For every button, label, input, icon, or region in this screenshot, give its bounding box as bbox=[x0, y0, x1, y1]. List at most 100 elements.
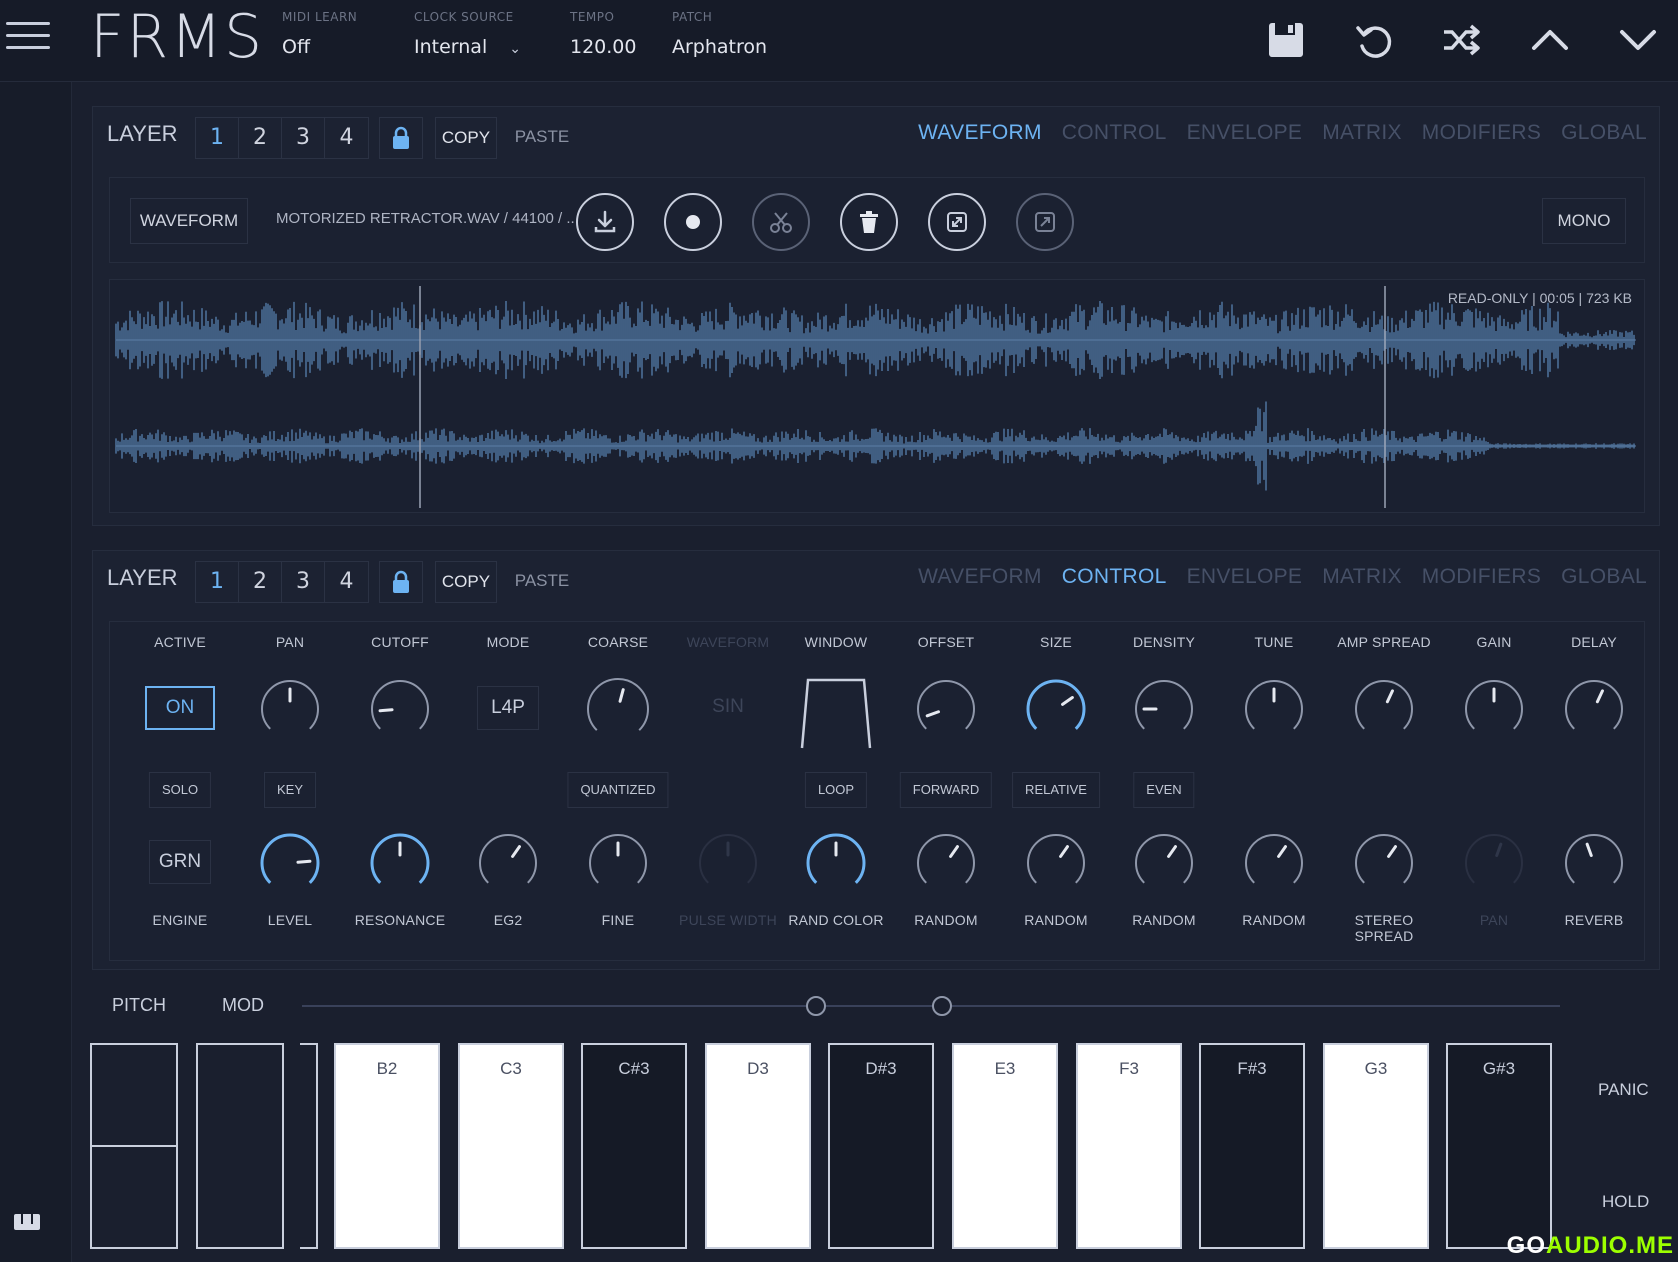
relative-button[interactable]: RELATIVE bbox=[1012, 772, 1100, 808]
resonance-knob[interactable] bbox=[365, 828, 435, 898]
coarse-knob[interactable] bbox=[583, 674, 653, 744]
reverb-knob[interactable] bbox=[1559, 828, 1629, 898]
rand-color-knob[interactable] bbox=[801, 828, 871, 898]
pulse-width-knob[interactable] bbox=[693, 828, 763, 898]
paste-button[interactable]: PASTE bbox=[511, 117, 573, 159]
copy-button[interactable]: COPY bbox=[435, 117, 497, 159]
import-button[interactable] bbox=[576, 193, 634, 251]
chevron-down-icon[interactable] bbox=[1616, 18, 1660, 62]
piano-key-e3[interactable]: E3 bbox=[952, 1043, 1058, 1249]
control-column-size: SIZE RELATIVE RANDOM bbox=[1006, 622, 1106, 962]
tab-control[interactable]: CONTROL bbox=[1062, 121, 1167, 145]
range-slider-high-handle[interactable] bbox=[932, 996, 952, 1016]
midi-learn-field[interactable]: MIDI LEARN Off bbox=[282, 10, 357, 58]
random-knob[interactable] bbox=[1021, 828, 1091, 898]
tab-control[interactable]: CONTROL bbox=[1062, 565, 1167, 589]
copy-button[interactable]: COPY bbox=[435, 561, 497, 603]
piano-key-dsharp3[interactable]: D#3 bbox=[828, 1043, 934, 1249]
layer-1-button[interactable]: 1 bbox=[196, 118, 239, 158]
density-knob[interactable] bbox=[1129, 674, 1199, 744]
piano-key-f3[interactable]: F3 bbox=[1076, 1043, 1182, 1249]
stereo-spread-knob[interactable] bbox=[1349, 828, 1419, 898]
mode-selector[interactable]: L4P bbox=[477, 686, 539, 730]
keyboard-toggle-icon[interactable] bbox=[12, 1210, 42, 1234]
tab-modifiers[interactable]: MODIFIERS bbox=[1422, 565, 1541, 589]
tempo-field[interactable]: TEMPO 120.00 bbox=[570, 10, 636, 58]
delete-button[interactable] bbox=[840, 193, 898, 251]
piano-key-gsharp3[interactable]: G#3 bbox=[1446, 1043, 1552, 1249]
mono-button[interactable]: MONO bbox=[1542, 198, 1626, 244]
layer-1-button[interactable]: 1 bbox=[196, 562, 239, 602]
layer-2-button[interactable]: 2 bbox=[239, 562, 282, 602]
random-knob[interactable] bbox=[911, 828, 981, 898]
gain-knob[interactable] bbox=[1459, 674, 1529, 744]
save-icon[interactable] bbox=[1264, 18, 1308, 62]
random-knob-indicator bbox=[1277, 845, 1287, 858]
layer-2-button[interactable]: 2 bbox=[239, 118, 282, 158]
quantized-button[interactable]: QUANTIZED bbox=[567, 772, 669, 808]
tab-modifiers[interactable]: MODIFIERS bbox=[1422, 121, 1541, 145]
lock-button[interactable] bbox=[379, 117, 423, 159]
waveform-selector[interactable]: SIN bbox=[697, 686, 759, 730]
tab-waveform[interactable]: WAVEFORM bbox=[918, 565, 1042, 589]
piano-key-csharp3[interactable]: C#3 bbox=[581, 1043, 687, 1249]
piano-key-g3[interactable]: G3 bbox=[1323, 1043, 1429, 1249]
paste-button[interactable]: PASTE bbox=[511, 561, 573, 603]
range-slider-low-handle[interactable] bbox=[806, 996, 826, 1016]
waveform-display[interactable]: READ-ONLY | 00:05 | 723 KB bbox=[109, 279, 1645, 513]
tab-envelope[interactable]: ENVELOPE bbox=[1187, 121, 1303, 145]
size-knob[interactable] bbox=[1021, 674, 1091, 744]
layer-3-button[interactable]: 3 bbox=[282, 118, 325, 158]
random-knob[interactable] bbox=[1129, 828, 1199, 898]
level-knob[interactable] bbox=[255, 828, 325, 898]
tab-matrix[interactable]: MATRIX bbox=[1322, 565, 1402, 589]
piano-key-d3[interactable]: D3 bbox=[705, 1043, 811, 1249]
expand-button[interactable] bbox=[928, 193, 986, 251]
window-shape-icon[interactable] bbox=[796, 674, 876, 754]
engine-selector[interactable]: GRN bbox=[149, 840, 211, 884]
patch-field[interactable]: PATCH Arphatron bbox=[672, 10, 767, 58]
loop-button[interactable]: LOOP bbox=[804, 772, 868, 808]
fine-knob[interactable] bbox=[583, 828, 653, 898]
random-knob[interactable] bbox=[1239, 828, 1309, 898]
lock-button[interactable] bbox=[379, 561, 423, 603]
layer-4-button[interactable]: 4 bbox=[325, 118, 368, 158]
even-button[interactable]: EVEN bbox=[1133, 772, 1195, 808]
range-slider-track[interactable] bbox=[302, 1005, 1560, 1007]
pitch-pad[interactable] bbox=[90, 1043, 178, 1249]
shuffle-icon[interactable] bbox=[1440, 18, 1484, 62]
eg2-knob[interactable] bbox=[473, 828, 543, 898]
active-toggle[interactable]: ON bbox=[145, 686, 215, 730]
waveform-button[interactable]: WAVEFORM bbox=[130, 198, 248, 244]
panic-button[interactable]: PANIC bbox=[1598, 1080, 1649, 1100]
mod-pad[interactable] bbox=[196, 1043, 284, 1249]
chevron-up-icon[interactable] bbox=[1528, 18, 1572, 62]
tab-matrix[interactable]: MATRIX bbox=[1322, 121, 1402, 145]
hold-button[interactable]: HOLD bbox=[1602, 1192, 1649, 1212]
tab-global[interactable]: GLOBAL bbox=[1561, 565, 1647, 589]
record-button[interactable] bbox=[664, 193, 722, 251]
cutoff-knob[interactable] bbox=[365, 674, 435, 744]
piano-key-fsharp3[interactable]: F#3 bbox=[1199, 1043, 1305, 1249]
tab-envelope[interactable]: ENVELOPE bbox=[1187, 565, 1303, 589]
piano-key-c3[interactable]: C3 bbox=[458, 1043, 564, 1249]
undo-icon[interactable] bbox=[1352, 18, 1396, 62]
pan-knob[interactable] bbox=[255, 674, 325, 744]
tab-waveform[interactable]: WAVEFORM bbox=[918, 121, 1042, 145]
offset-knob[interactable] bbox=[911, 674, 981, 744]
tab-global[interactable]: GLOBAL bbox=[1561, 121, 1647, 145]
tune-knob[interactable] bbox=[1239, 674, 1309, 744]
layer-3-button[interactable]: 3 bbox=[282, 562, 325, 602]
open-button[interactable] bbox=[1016, 193, 1074, 251]
pan-knob[interactable] bbox=[1459, 828, 1529, 898]
solo-button[interactable]: SOLO bbox=[148, 772, 212, 808]
key-button[interactable]: KEY bbox=[263, 772, 317, 808]
menu-icon[interactable] bbox=[6, 22, 50, 52]
amp-spread-knob[interactable] bbox=[1349, 674, 1419, 744]
clock-source-field[interactable]: CLOCK SOURCE Internal ⌄ bbox=[414, 10, 521, 58]
piano-key-b2[interactable]: B2 bbox=[334, 1043, 440, 1249]
layer-4-button[interactable]: 4 bbox=[325, 562, 368, 602]
delay-knob[interactable] bbox=[1559, 674, 1629, 744]
forward-button[interactable]: FORWARD bbox=[899, 772, 993, 808]
cut-button[interactable] bbox=[752, 193, 810, 251]
